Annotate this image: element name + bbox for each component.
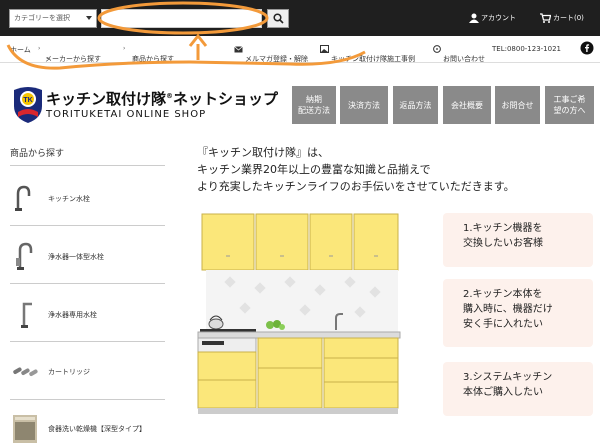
divider [10, 225, 165, 226]
kitchen-illustration [197, 213, 401, 414]
sidebar-item-cartridge[interactable]: カートリッジ [10, 355, 165, 393]
sidebar-title: 商品から探す [10, 149, 65, 159]
menu-construction[interactable]: 工事ご希 望の方へ [545, 86, 594, 124]
cart-label: カート(0) [553, 14, 584, 22]
option-card-system-kitchen[interactable]: 3.システムキッチン 本体ご購入したい [443, 362, 593, 416]
search-button[interactable] [267, 9, 289, 28]
sidebar-item-label: キッチン水栓 [48, 195, 90, 203]
option-line: 1.キッチン機器を [463, 223, 543, 234]
option-line: 3.システムキッチン [463, 372, 553, 383]
menu-line2: 配送方法 [298, 106, 330, 115]
option-line: 交換したいお客様 [463, 238, 543, 249]
nav-by-product-label: 商品から探す [132, 55, 174, 63]
option-line: 2.キッチン本体を [463, 289, 543, 300]
menu-payment[interactable]: 決済方法 [340, 86, 388, 124]
nav-by-maker-label: メーカーから探す [45, 55, 101, 63]
sidebar-item-dishwasher[interactable]: 食器洗い乾燥機【深型タイプ】 [10, 412, 165, 444]
search-input[interactable] [101, 9, 262, 28]
chevron-down-icon: ⌄ [45, 54, 51, 61]
cartridge-icon [10, 355, 41, 386]
option-card-equipment[interactable]: 2.キッチン本体を 購入時に、機器だけ 安く手に入れたい [443, 279, 593, 347]
nav-cases-label: キッチン取付け隊施工事例 [331, 55, 415, 63]
sidebar-item-label: 浄水器一体型水栓 [48, 253, 104, 261]
intro-line: より充実したキッチンライフのお手伝いをさせていただきます。 [197, 180, 515, 193]
menu-line1: 返品方法 [399, 100, 432, 110]
chat-icon [433, 45, 441, 53]
option-card-replace[interactable]: 1.キッチン機器を 交換したいお客様 [443, 213, 593, 267]
intro-line: 『キッチン取付け隊』は、 [197, 146, 329, 159]
nav-contact-label: お問い合わせ [443, 55, 485, 63]
intro-text: 『キッチン取付け隊』は、 キッチン業界20年以上の豊富な知識と品揃えで より充実… [197, 144, 515, 195]
option-line: 本体ご購入したい [463, 387, 543, 398]
sidebar-item-purifier-faucet[interactable]: 浄水器一体型水栓 [10, 240, 165, 278]
image-icon [320, 45, 329, 53]
category-select[interactable]: カテゴリーを選択 [9, 9, 97, 28]
sidebar-item-kitchen-faucet[interactable]: キッチン水栓 [10, 182, 165, 220]
sidebar-item-label: カートリッジ [48, 368, 90, 376]
menu-line1: 工事ご希 [553, 95, 586, 104]
divider [10, 283, 165, 284]
sidebar-item-purifier-only-faucet[interactable]: 浄水器専用水栓 [10, 298, 165, 336]
account-link[interactable]: アカウント [469, 12, 516, 24]
dishwasher-icon [10, 412, 41, 443]
option-line: 購入時に、機器だけ [463, 304, 553, 315]
category-select-label: カテゴリーを選択 [14, 14, 70, 22]
nav-newsletter-label: メルマガ登録・解除 [245, 55, 308, 63]
logo-title-pre: キッチン取付け隊 [46, 90, 167, 108]
logo-registered-mark: ® [166, 92, 174, 100]
sidebar-item-label: 食器洗い乾燥機【深型タイプ】 [48, 425, 146, 433]
mail-icon [234, 45, 243, 52]
chevron-right-icon: › [38, 45, 41, 52]
sidebar-item-label: 浄水器専用水栓 [48, 311, 97, 319]
menu-inquiry[interactable]: お問合せ [495, 86, 540, 124]
account-label: アカウント [481, 14, 516, 22]
menu-line2: 望の方へ [553, 106, 586, 115]
divider [10, 341, 165, 342]
menu-company[interactable]: 会社概要 [443, 86, 491, 124]
nav-tel: TEL:0800-123-1021 [492, 45, 561, 53]
faucet-icon [10, 182, 41, 213]
logo-badge-icon: TK [14, 87, 42, 123]
nav-cases[interactable]: キッチン取付け隊施工事例 [320, 45, 415, 63]
menu-line1: 会社概要 [451, 100, 483, 110]
cart-link[interactable]: カート(0) [540, 12, 584, 24]
faucet-icon [10, 298, 41, 329]
facebook-icon[interactable] [580, 41, 594, 57]
logo-subtitle: TORITUKETAI ONLINE SHOP [46, 109, 207, 120]
cart-icon [540, 13, 552, 23]
chevron-down-icon: ⌄ [132, 54, 138, 61]
menu-delivery[interactable]: 納期 配送方法 [292, 86, 336, 124]
divider [10, 165, 165, 166]
search-icon [273, 13, 284, 24]
logo-title-post: ネットショップ [173, 90, 279, 108]
nav-home[interactable]: ホーム [10, 45, 31, 55]
menu-line1: 決済方法 [348, 100, 380, 110]
intro-line: キッチン業界20年以上の豊富な知識と品揃えで [197, 163, 431, 176]
nav-row: ホーム › メーカーから探す ⌄ › 商品から探す ⌄ メルマガ登録・解除 キッ… [0, 36, 600, 63]
user-icon [469, 13, 479, 23]
chevron-down-icon [86, 16, 92, 20]
nav-newsletter[interactable]: メルマガ登録・解除 [234, 45, 308, 63]
logo-title[interactable]: キッチン取付け隊®ネットショップ [46, 88, 278, 109]
menu-returns[interactable]: 返品方法 [393, 86, 438, 124]
menu-line1: 納期 [306, 95, 322, 104]
option-line: 安く手に入れたい [463, 319, 543, 330]
faucet-icon [10, 240, 41, 271]
menu-line1: お問合せ [501, 100, 534, 110]
divider [10, 399, 165, 400]
logo-badge-text: TK [23, 97, 32, 104]
nav-contact[interactable]: お問い合わせ [433, 45, 485, 63]
chevron-right-icon: › [123, 45, 126, 52]
